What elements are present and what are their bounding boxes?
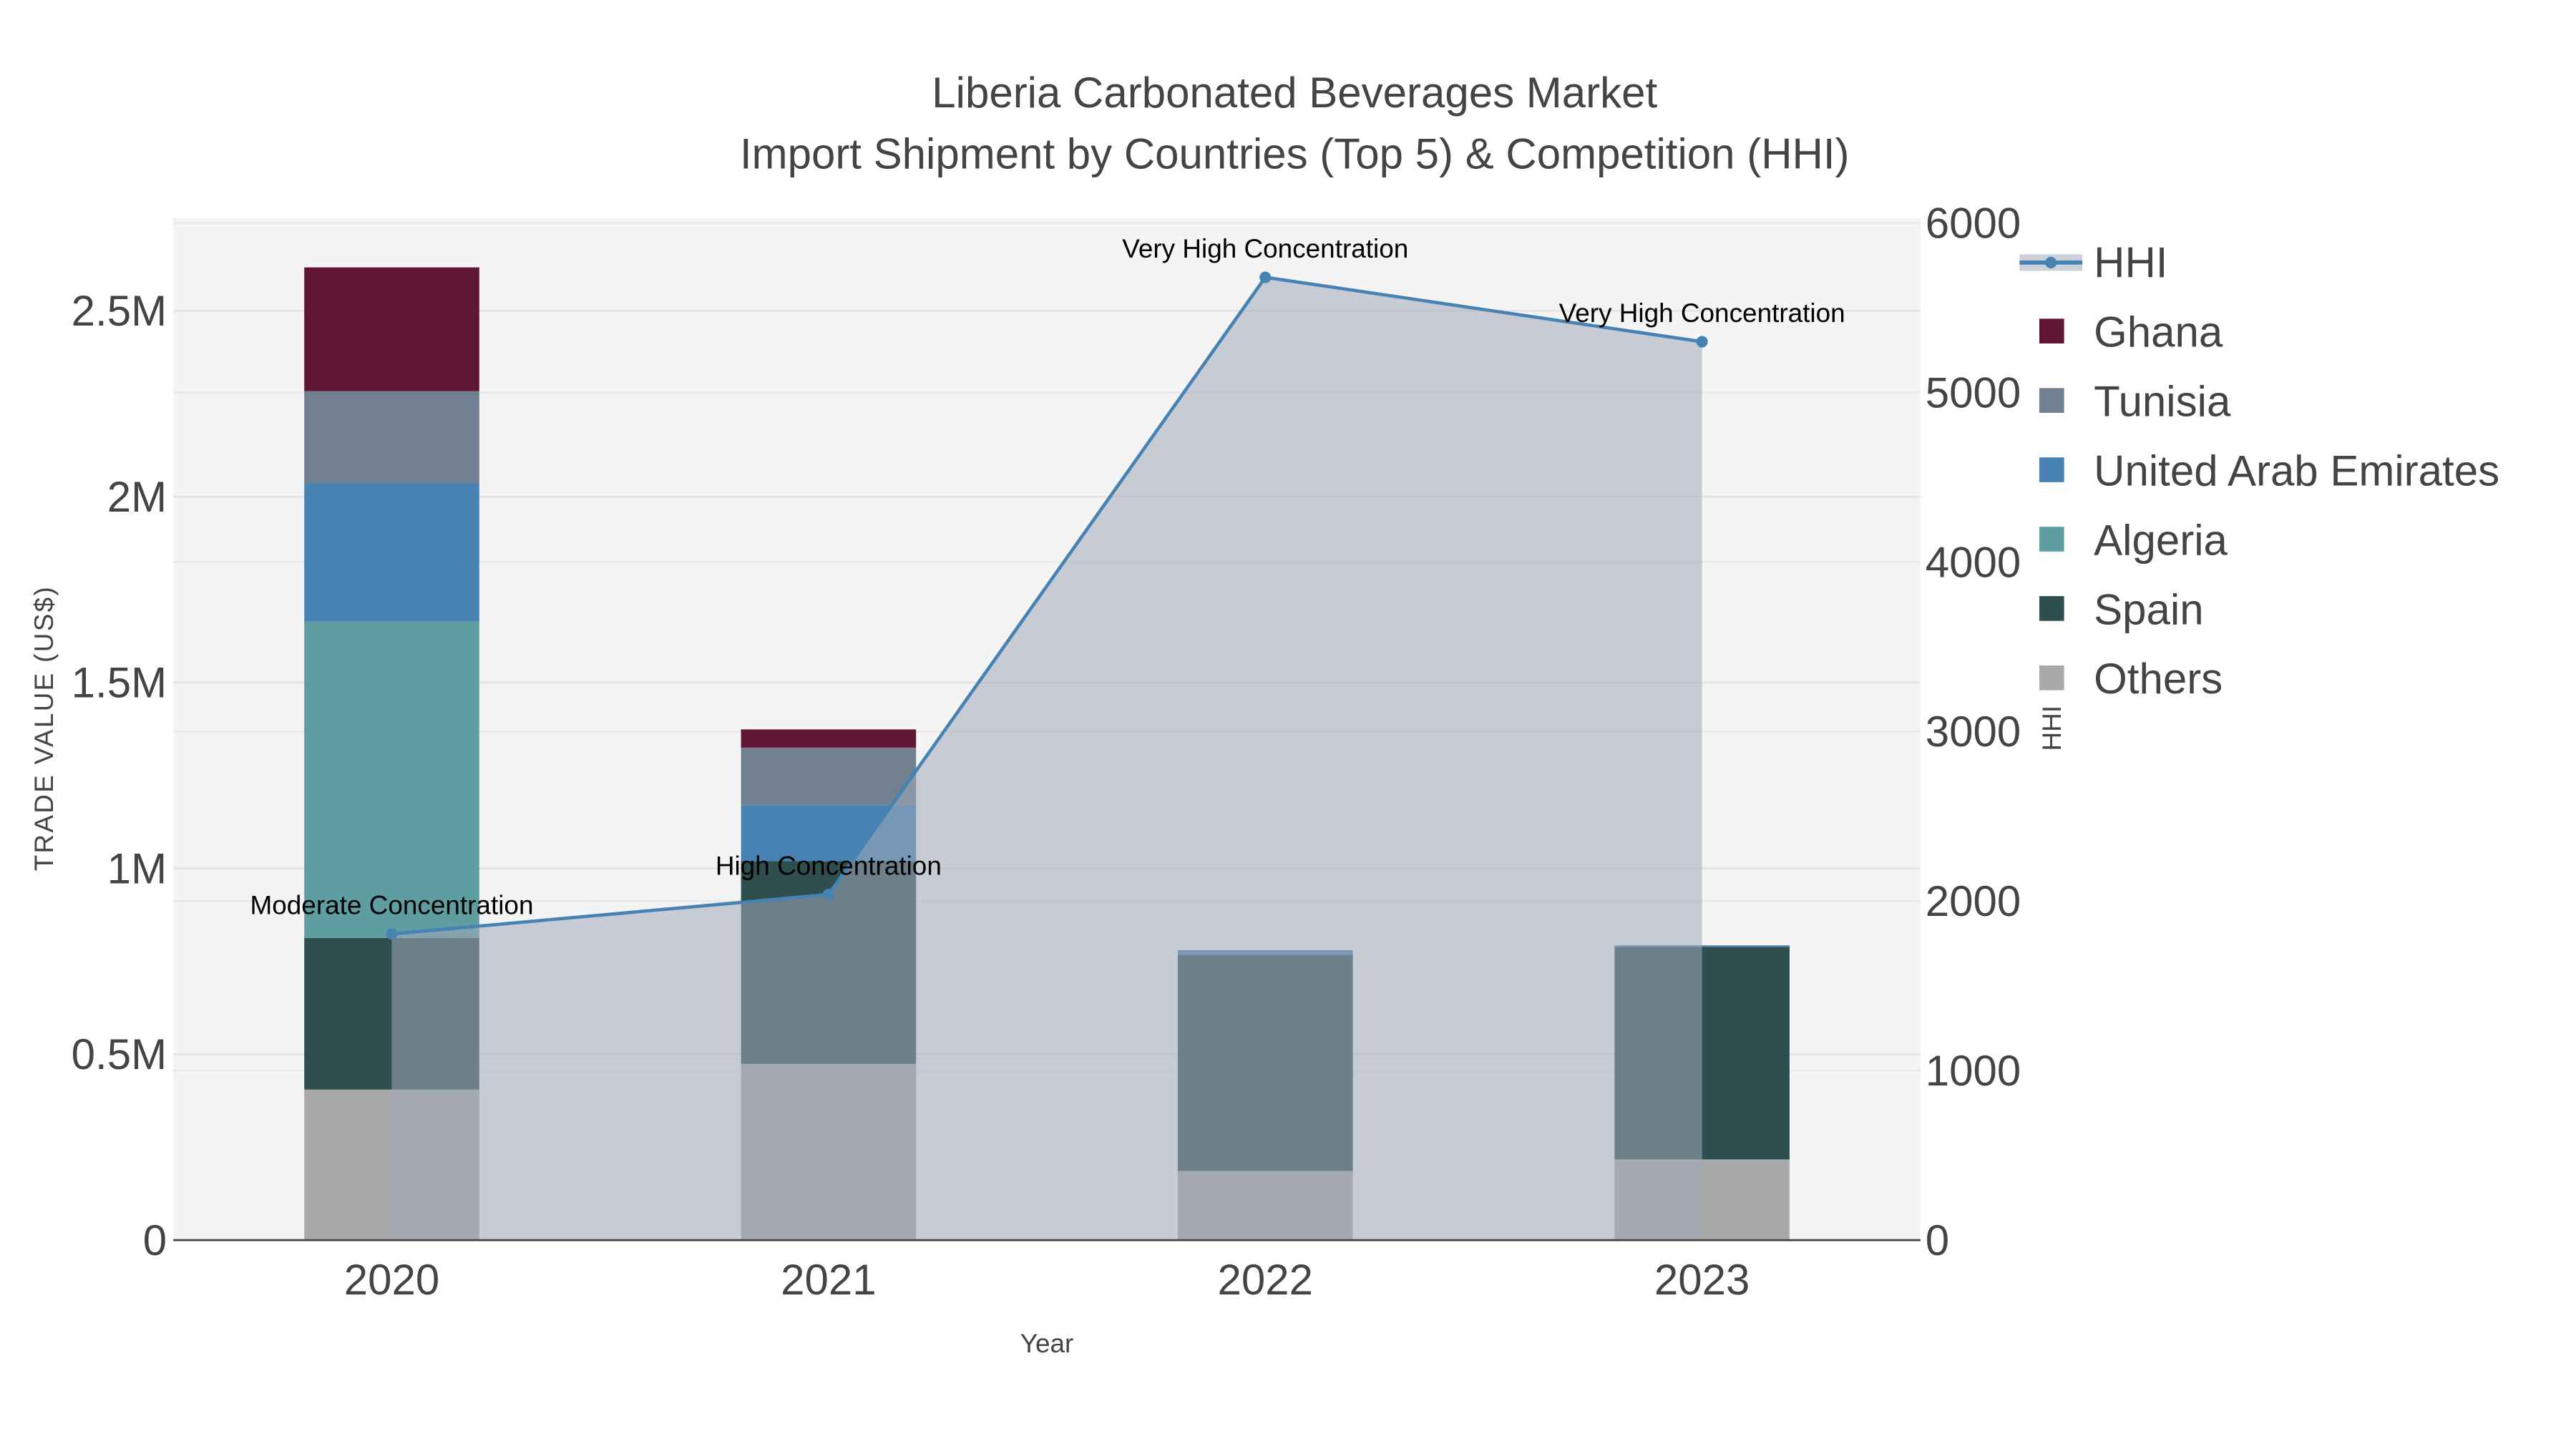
y2-tick-label: 3000: [1926, 708, 2021, 756]
y-tick-label: 1.5M: [72, 659, 167, 707]
y2-tick-label: 2000: [1926, 877, 2021, 925]
chart-subtitle: Import Shipment by Countries (Top 5) & C…: [740, 130, 1850, 177]
hhi-point-2022: [1259, 271, 1272, 283]
bar-united-arab-emirates-2020: [304, 483, 479, 622]
hhi-annotation: High Concentration: [716, 851, 942, 880]
bar-tunisia-2020: [304, 391, 479, 484]
legend-swatch: [2039, 388, 2064, 413]
y-tick-label: 2.5M: [72, 287, 167, 335]
y-tick-label: 0: [143, 1216, 167, 1264]
legend-swatch: [2039, 457, 2064, 482]
bar-ghana-2021: [741, 729, 917, 748]
y-tick-label: 0.5M: [72, 1030, 167, 1078]
x-tick-label: 2023: [1654, 1256, 1750, 1304]
legend-label: Spain: [2094, 585, 2203, 633]
hhi-annotation: Very High Concentration: [1122, 234, 1408, 263]
legend-label: Ghana: [2094, 308, 2223, 356]
y2-tick-label: 4000: [1926, 538, 2021, 586]
legend-swatch: [2039, 596, 2064, 621]
y2-tick-label: 5000: [1926, 369, 2021, 416]
legend-label: Algeria: [2094, 516, 2228, 564]
y-axis-title: TRADE VALUE (US$): [29, 585, 59, 871]
hhi-point-2023: [1696, 336, 1708, 348]
x-tick-label: 2021: [781, 1256, 876, 1304]
bar-ghana-2020: [304, 267, 479, 391]
hhi-annotation: Very High Concentration: [1559, 298, 1845, 328]
y2-axis-title: HHI: [2037, 706, 2067, 751]
legend-item-united-arab-emirates[interactable]: United Arab Emirates: [2039, 447, 2499, 494]
hhi-point-2021: [822, 888, 834, 901]
legend-label: HHI: [2094, 239, 2167, 287]
y-tick-label: 2M: [107, 473, 167, 521]
y2-tick-label: 0: [1926, 1216, 1949, 1264]
x-tick-label: 2020: [344, 1256, 439, 1304]
y-tick-label: 1M: [107, 844, 167, 892]
chart-title: Liberia Carbonated Beverages Market: [932, 69, 1657, 117]
hhi-point-2020: [386, 928, 398, 940]
y2-tick-label: 6000: [1926, 199, 2021, 247]
legend-label: United Arab Emirates: [2094, 447, 2499, 494]
legend-swatch: [2039, 527, 2064, 552]
bar-tunisia-2021: [741, 747, 917, 806]
legend-swatch: [2039, 665, 2064, 691]
x-tick-label: 2022: [1218, 1256, 1313, 1304]
legend-label: Others: [2094, 655, 2223, 703]
x-axis-title: Year: [1020, 1329, 1074, 1358]
y2-tick-label: 1000: [1926, 1047, 2021, 1095]
legend-label: Tunisia: [2094, 378, 2231, 426]
legend-hhi-marker: [2045, 256, 2057, 268]
legend-swatch: [2039, 318, 2064, 343]
chart: 0 0.5M 1M 1.5M 2M 2.5M 0 1000 2000 3000 4000 5000 6…: [0, 0, 2576, 1449]
hhi-annotation: Moderate Concentration: [250, 891, 534, 920]
